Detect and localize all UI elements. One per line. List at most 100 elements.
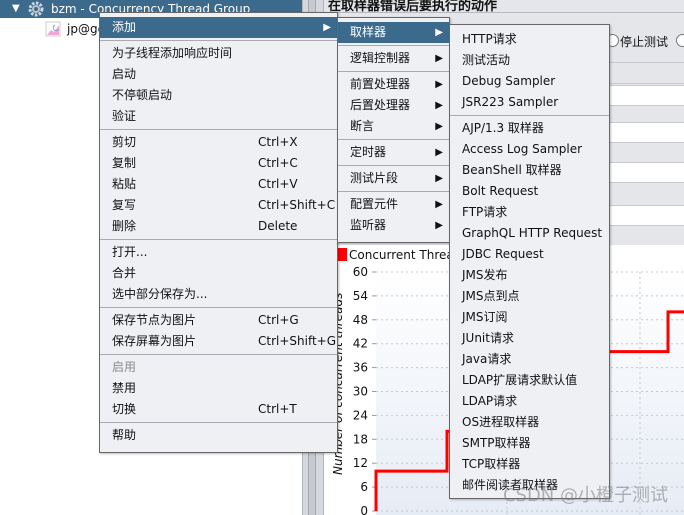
menu-item-label: BeanShell 取样器 [462,163,562,177]
menu-item-4[interactable]: 不停顿启动 [100,85,337,106]
menu-item-os[interactable]: OS进程取样器 [450,412,609,433]
legend-swatch [338,248,347,261]
menu-item-14[interactable]: 合并 [100,263,337,284]
menu-item-label: TCP取样器 [462,457,521,471]
y-tick-label: 36 [353,361,368,375]
menu-item-label: 保存屏幕为图片 [112,334,197,348]
menu-item-label: 定时器 [350,145,387,159]
menu-item-label: Access Log Sampler [462,142,583,156]
menu-item-jdbc-request[interactable]: JDBC Request [450,244,609,265]
menu-item-15[interactable]: 选中部分保存为... [100,284,337,305]
menu-item-13[interactable]: 打开... [100,242,337,263]
menu-item-tcp[interactable]: TCP取样器 [450,454,609,475]
menu-item-label: LDAP扩展请求默认值 [462,373,578,387]
menu-item-jms[interactable]: JMS发布 [450,265,609,286]
menu-item-jms[interactable]: JMS订阅 [450,307,609,328]
menu-item-label: GraphQL HTTP Request [462,226,603,240]
menu-item-beanshell[interactable]: BeanShell 取样器 [450,160,609,181]
menu-item-3[interactable]: 启动 [100,64,337,85]
menu-item-label: LDAP请求 [462,394,518,408]
menu-item-label: 逻辑控制器 [350,51,411,65]
menu-item-ftp[interactable]: FTP请求 [450,202,609,223]
shortcut-label: Ctrl+T [258,402,297,416]
menu-item-label: 前置处理器 [350,77,411,91]
menu-item-1[interactable]: 测试活动 [450,50,609,71]
expand-triangle-icon[interactable]: ▼ [12,0,20,18]
menu-item-label: SMTP取样器 [462,436,531,450]
menu-item-5[interactable]: 验证 [100,106,337,127]
menu-item-6[interactable]: 断言 ▶ [338,116,449,137]
menu-item-10[interactable]: 测试片段 ▶ [338,168,449,189]
menu-item-label: FTP请求 [462,205,508,219]
menu-item-label: 选中部分保存为... [112,287,208,301]
sampler-submenu: HTTP请求 测试活动 Debug Sampler JSR223 Sampler AJP… [449,24,610,499]
radio-stop-test-label[interactable]: 停止测试 [620,33,668,50]
menu-item-4[interactable]: 前置处理器 ▶ [338,74,449,95]
menu-item-label: 配置元件 [350,197,399,211]
menu-item-label: 验证 [112,109,137,123]
menu-item-label: JDBC Request [462,247,544,261]
menu-item-8[interactable]: 定时器 ▶ [338,142,449,163]
menu-item-2[interactable]: 逻辑控制器 ▶ [338,48,449,69]
menu-item-11[interactable]: 删除 Delete [100,216,337,237]
menu-item-label: Java请求 [462,352,512,366]
menu-item-label: 剪切 [112,135,137,149]
menu-item-label: 粘贴 [112,177,137,191]
menu-item-label: 保存节点为图片 [112,313,197,327]
menu-item-7[interactable]: 剪切 Ctrl+X [100,132,337,153]
menu-item-label: 禁用 [112,381,137,395]
menu-item-jms[interactable]: JMS点到点 [450,286,609,307]
radio-stop-test-now[interactable] [676,34,684,47]
menu-item-12[interactable]: 配置元件 ▶ [338,194,449,215]
menu-item-debug-sampler[interactable]: Debug Sampler [450,71,609,92]
graph-icon [45,21,61,37]
shortcut-label: Ctrl+G [258,313,299,327]
y-tick-label: 60 [353,265,368,279]
menu-item-2[interactable]: 为子线程添加响应时间 [100,43,337,64]
submenu-arrow-icon: ▶ [435,147,443,158]
menu-item-bolt-request[interactable]: Bolt Request [450,181,609,202]
menu-item-jsr223-sampler[interactable]: JSR223 Sampler [450,92,609,113]
submenu-arrow-icon: ▶ [435,220,443,231]
menu-item-ldap[interactable]: LDAP扩展请求默认值 [450,370,609,391]
menu-item-label: 启用 [112,360,137,374]
shortcut-label: Ctrl+V [258,177,298,191]
menu-item-label: AJP/1.3 取样器 [462,121,544,135]
submenu-arrow-icon: ▶ [435,199,443,210]
menu-item-5[interactable]: 后置处理器 ▶ [338,95,449,116]
menu-item-java[interactable]: Java请求 [450,349,609,370]
menu-item-label: JUnit请求 [462,331,514,345]
y-tick-label: 48 [353,313,368,327]
menu-item-ajp-1-3[interactable]: AJP/1.3 取样器 [450,118,609,139]
menu-item-0[interactable]: 添加 ▶ [100,17,337,38]
menu-item-22[interactable]: 切换 Ctrl+T [100,399,337,420]
menu-item-smtp[interactable]: SMTP取样器 [450,433,609,454]
menu-item-http[interactable]: HTTP请求 [450,29,609,50]
menu-item-17[interactable]: 保存节点为图片 Ctrl+G [100,310,337,331]
menu-item-9[interactable]: 粘贴 Ctrl+V [100,174,337,195]
menu-item-ldap[interactable]: LDAP请求 [450,391,609,412]
menu-item-junit[interactable]: JUnit请求 [450,328,609,349]
menu-item-21[interactable]: 禁用 [100,378,337,399]
menu-item-18[interactable]: 保存屏幕为图片 Ctrl+Shift+G [100,331,337,352]
menu-item-label: JSR223 Sampler [462,95,559,109]
menu-item-10[interactable]: 复写 Ctrl+Shift+C [100,195,337,216]
menu-item-0[interactable]: 取样器 ▶ [338,22,449,43]
menu-item-label: 切换 [112,402,137,416]
menu-item-label: 后置处理器 [350,98,411,112]
menu-item-access-log-sampler[interactable]: Access Log Sampler [450,139,609,160]
menu-item-label: 合并 [112,266,137,280]
add-submenu: 取样器 ▶ 逻辑控制器 ▶ 前置处理器 ▶ 后置处理器 ▶ 断言 ▶ 定时器 ▶ 测试片段 ▶ 配置元件 ▶ 监… [337,17,450,243]
y-tick-label: 6 [360,480,368,494]
menu-item-8[interactable]: 复制 Ctrl+C [100,153,337,174]
shortcut-label: Delete [258,219,298,233]
menu-item-label: 不停顿启动 [112,88,173,102]
submenu-arrow-icon: ▶ [435,121,443,132]
submenu-arrow-icon: ▶ [323,22,331,33]
menu-item-label: 复写 [112,198,137,212]
menu-item-13[interactable]: 监听器 ▶ [338,215,449,236]
menu-item-label: 测试片段 [350,171,399,185]
menu-item-label: 删除 [112,219,137,233]
menu-item-graphql-http-request[interactable]: GraphQL HTTP Request [450,223,609,244]
menu-item-24[interactable]: 帮助 [100,425,337,446]
